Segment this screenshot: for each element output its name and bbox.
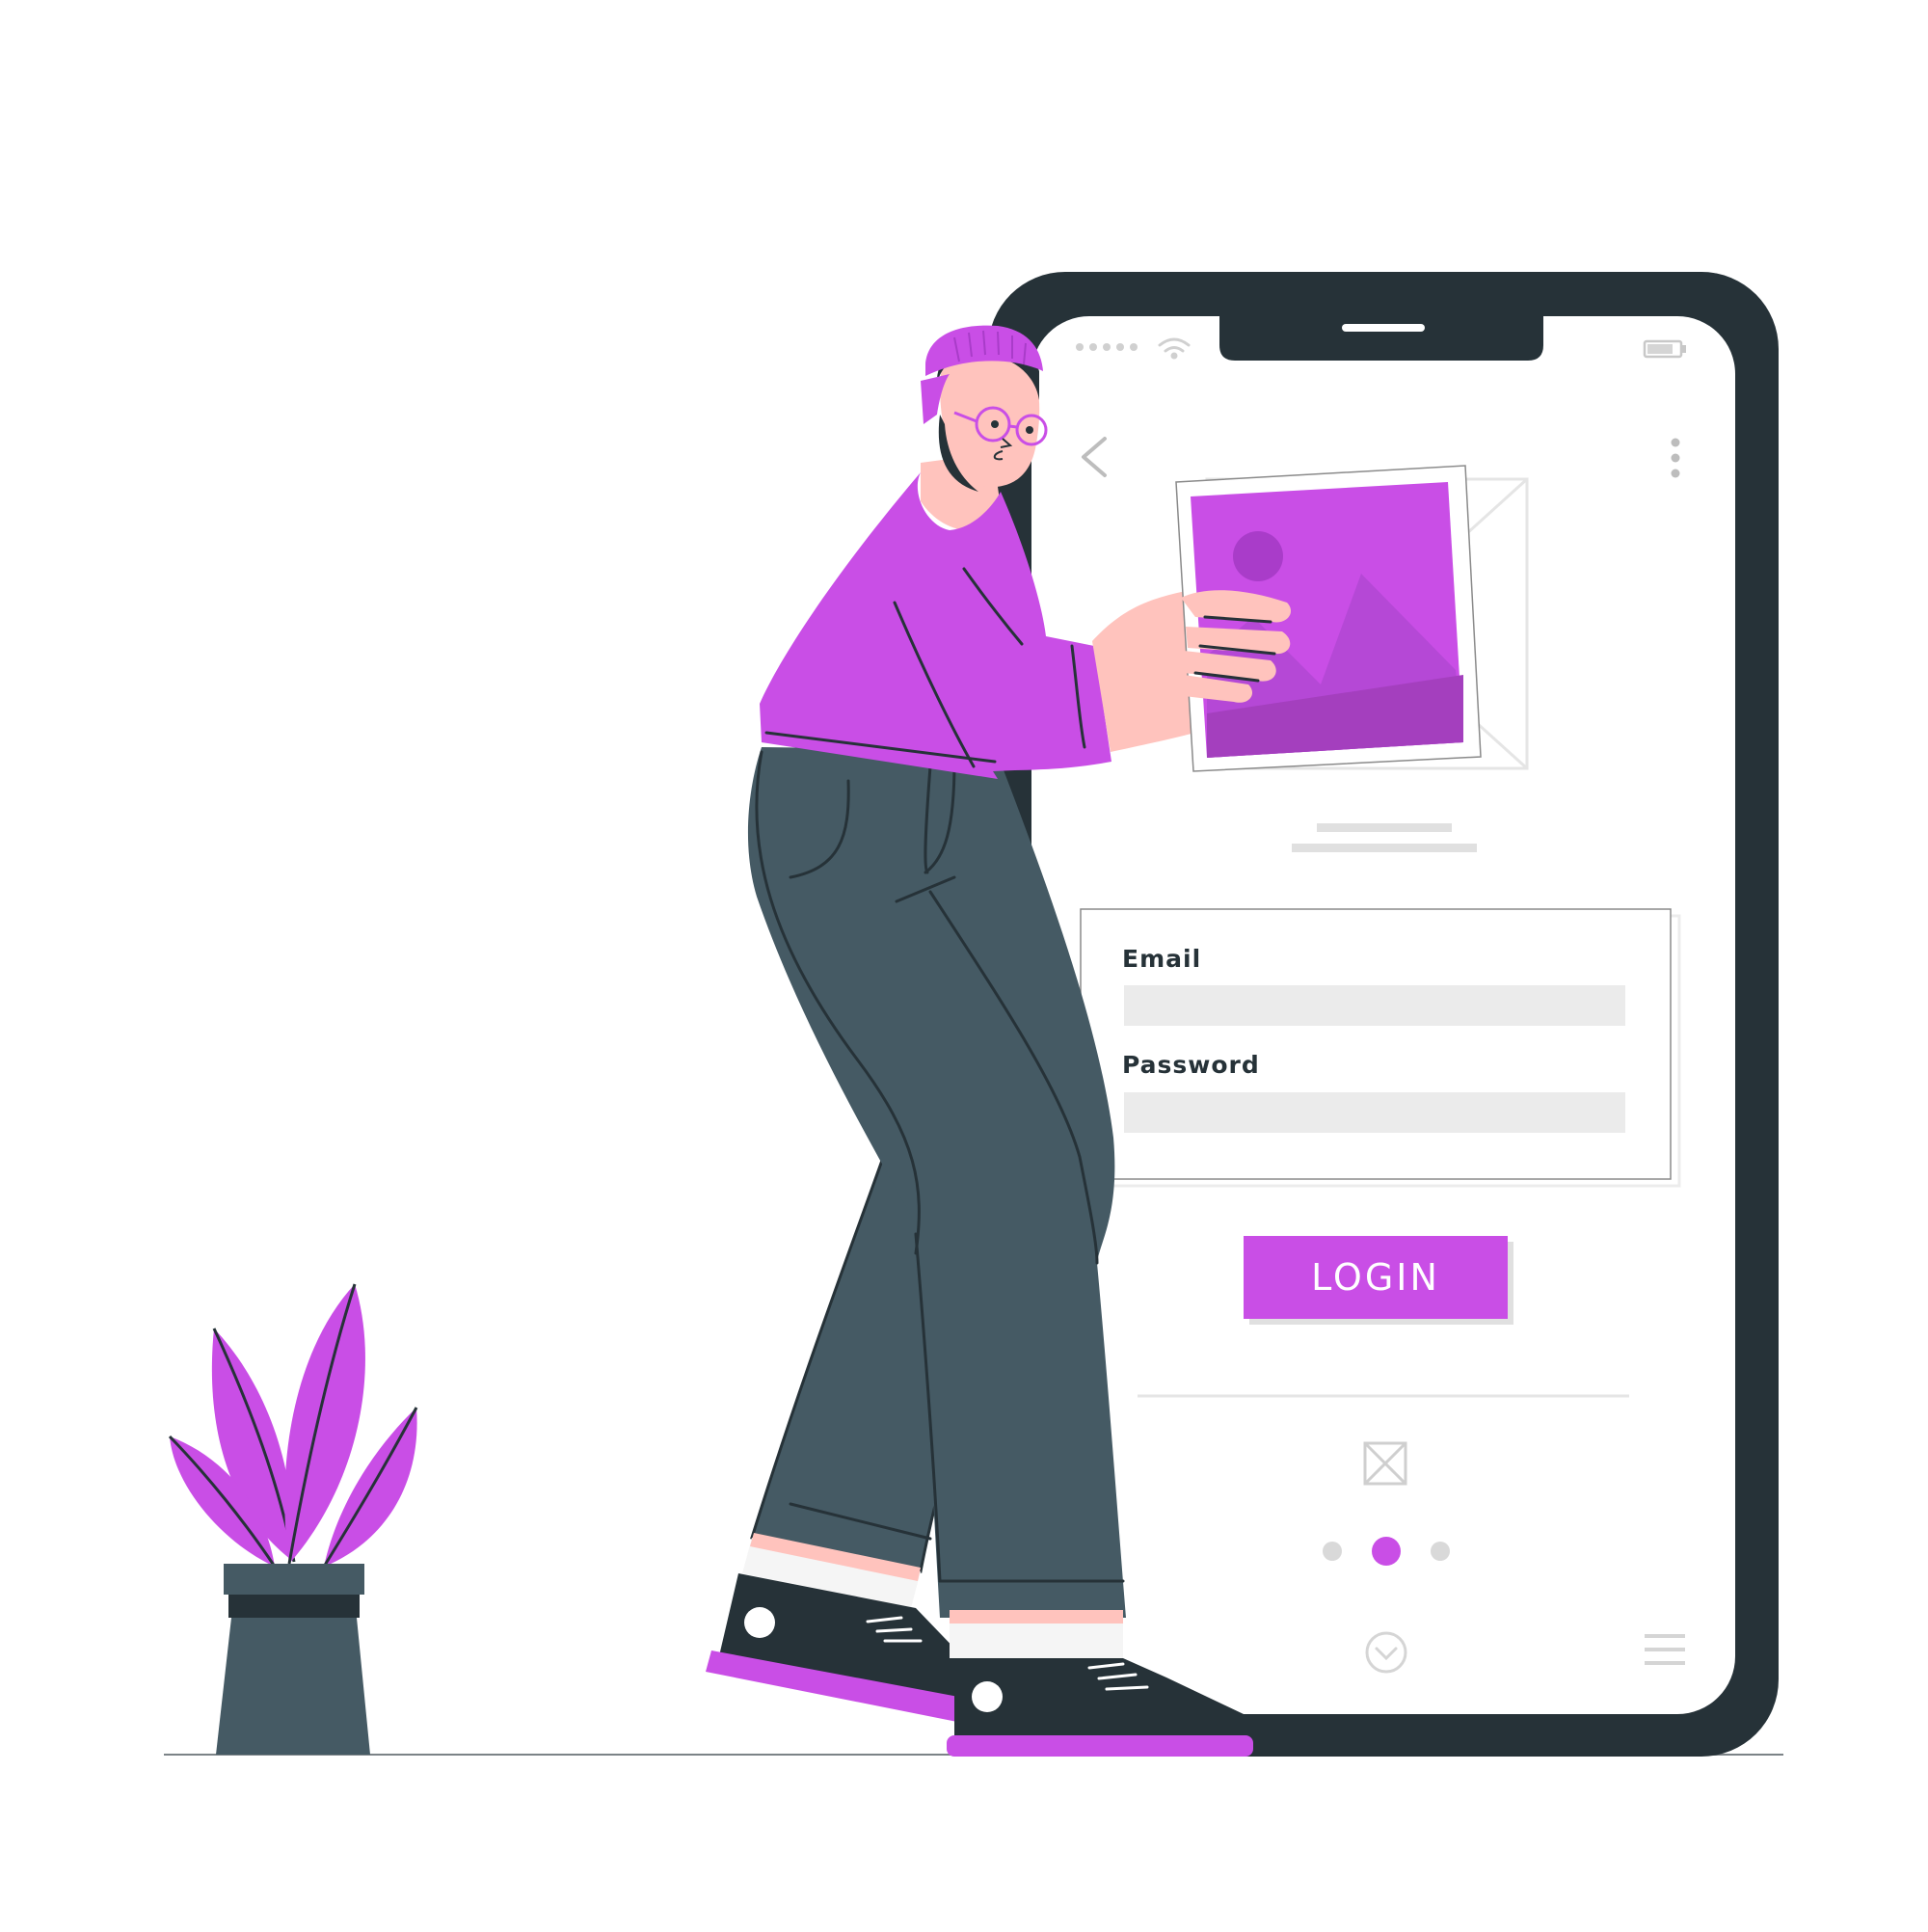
email-label: Email — [1122, 945, 1202, 973]
pagination-dot-active[interactable] — [1372, 1537, 1401, 1566]
phone-speaker — [1342, 324, 1425, 332]
potted-plant — [168, 1283, 418, 1755]
pot-body — [216, 1618, 370, 1755]
more-vertical-icon[interactable] — [1671, 438, 1680, 478]
person-front-sock — [950, 1618, 1123, 1658]
login-button[interactable]: LOGIN — [1244, 1236, 1508, 1319]
password-field[interactable] — [1124, 1092, 1625, 1133]
phone-notch — [1219, 316, 1543, 361]
pot-rim — [224, 1564, 364, 1595]
caption-line-1 — [1317, 823, 1452, 832]
caption-line-2 — [1292, 844, 1477, 852]
email-field[interactable] — [1124, 985, 1625, 1026]
pot-band — [228, 1595, 360, 1618]
illustration-svg — [164, 272, 1783, 1757]
pagination-dot[interactable] — [1323, 1542, 1342, 1561]
illustration-scene — [0, 0, 1928, 1928]
password-label: Password — [1122, 1051, 1260, 1079]
pagination-dot[interactable] — [1431, 1542, 1450, 1561]
